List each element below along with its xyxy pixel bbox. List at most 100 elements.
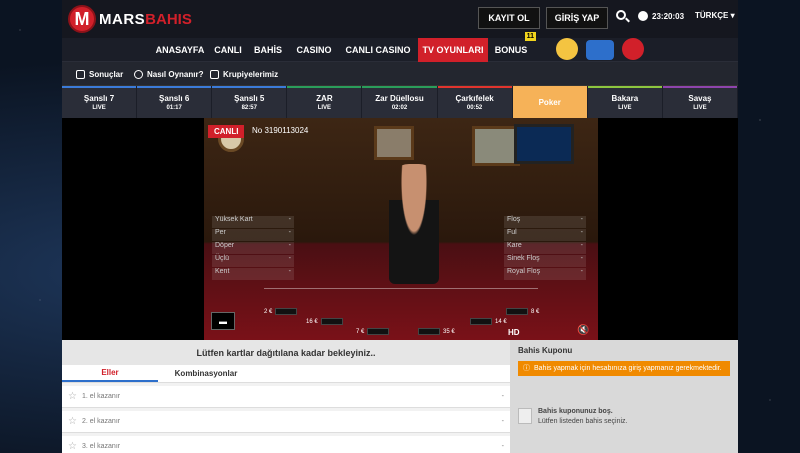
coupon-title: Bahis Kuponu <box>518 346 573 355</box>
bet-chip[interactable]: 16 € <box>306 318 343 325</box>
lucky-wheel-icon[interactable] <box>556 38 578 60</box>
chip-value: 7 € <box>356 328 365 335</box>
help-icon[interactable] <box>586 40 614 60</box>
subnav-results[interactable]: Sonuçlar <box>76 62 123 86</box>
hand-rankings-right: Floş - Ful - Kare - Sinek Floş - Royal Floş - <box>504 216 586 281</box>
nav-bonus[interactable]: BONUS 11 <box>492 32 536 62</box>
tab-sansli-7[interactable]: Şanslı 7 LIVE <box>62 86 138 118</box>
tab-status: 01:17 <box>166 104 182 111</box>
hand-name: Kare <box>507 242 522 249</box>
hand-name: Döper <box>215 242 235 249</box>
hand-name: Kent <box>215 268 230 275</box>
mars-tv-icon[interactable] <box>622 38 644 60</box>
hand-odds: - <box>580 229 583 236</box>
bet-chip[interactable]: 2 € <box>264 308 298 315</box>
bet-chip[interactable]: 35 € <box>418 328 455 335</box>
hand-odds: - <box>288 229 291 236</box>
tab-bar <box>362 86 437 88</box>
tab-eller[interactable]: Eller <box>62 365 158 382</box>
live-badge: CANLI <box>208 125 245 138</box>
tab-carkifelek[interactable]: Çarkıfelek 00:52 <box>437 86 513 118</box>
hand-row: Yüksek Kart - <box>212 216 294 228</box>
studio-tv <box>514 124 574 164</box>
tab-name: ZAR <box>316 93 333 103</box>
search-icon[interactable] <box>616 10 626 20</box>
hand-row: Üçlü - <box>212 255 294 267</box>
nav-casino[interactable]: CASINO <box>292 38 336 62</box>
bet-chip[interactable]: 8 € <box>506 308 539 315</box>
nav-bahis[interactable]: BAHİS <box>250 38 286 62</box>
clock-icon <box>638 11 648 21</box>
bet-chip[interactable]: 7 € <box>356 328 390 335</box>
empty-coupon: Bahis kuponunuz boş. Lütfen listeden bah… <box>518 408 628 425</box>
hand-odds: - <box>288 242 291 249</box>
live-video[interactable]: CANLI No 3190113024 Yüksek Kart - Per - Dö… <box>62 118 738 343</box>
empty-subtitle: Lütfen listeden bahis seçiniz. <box>538 418 628 425</box>
tab-status: LIVE <box>693 104 707 111</box>
hand-name: Royal Floş <box>507 268 541 275</box>
dealer-icon <box>210 69 219 79</box>
top-header: M MARS BAHIS KAYIT OL GİRİŞ YAP 23:20:03… <box>62 0 738 38</box>
star-icon[interactable]: ☆ <box>68 391 77 402</box>
subnav-how-label: Nasıl Oynanır? <box>147 69 204 79</box>
tab-kombinasyonlar[interactable]: Kombinasyonlar <box>158 365 254 382</box>
tab-status: LIVE <box>618 104 632 111</box>
logo-text-mars: MARS <box>99 10 146 28</box>
tab-status: 82:57 <box>241 104 257 111</box>
hand-name: Per <box>215 229 226 236</box>
subnav-how-to-play[interactable]: Nasıl Oynanır? <box>134 62 203 86</box>
chip-value: 2 € <box>264 308 273 315</box>
minimize-button[interactable]: ▬ <box>211 312 235 330</box>
tab-poker[interactable]: Poker <box>512 86 588 118</box>
nav-canli[interactable]: CANLI <box>210 38 246 62</box>
tab-status: LIVE <box>92 104 106 111</box>
tab-zar-duellosu[interactable]: Zar Düellosu 02:02 <box>362 86 438 118</box>
game-tabs: Şanslı 7 LIVE Şanslı 6 01:17 Şanslı 5 82:57… <box>62 86 738 118</box>
hand-name: Yüksek Kart <box>215 216 253 223</box>
tab-name: Şanslı 7 <box>83 93 115 103</box>
logo[interactable]: M MARS BAHIS <box>68 5 192 33</box>
tab-status: 02:02 <box>391 104 408 111</box>
chip-slot <box>320 318 343 325</box>
tab-bakara[interactable]: Bakara LIVE <box>587 86 663 118</box>
language-select[interactable]: TÜRKÇE ▾ <box>695 11 735 20</box>
tab-bar <box>137 86 212 88</box>
hand-row: Ful - <box>504 229 586 241</box>
language-label: TÜRKÇE <box>695 11 729 20</box>
coupon-icon <box>518 408 532 424</box>
register-button[interactable]: KAYIT OL <box>478 7 540 29</box>
mute-icon[interactable]: 🔇 <box>577 325 589 336</box>
hand-name: Sinek Floş <box>507 255 540 262</box>
star-icon[interactable]: ☆ <box>68 441 77 452</box>
round-number: No 3190113024 <box>252 126 309 135</box>
bet-row[interactable]: ☆ 2. el kazanır - <box>62 411 510 433</box>
bet-row-label: 1. el kazanır <box>81 393 121 400</box>
bet-chip[interactable]: 14 € <box>470 318 507 325</box>
hand-row: Kent - <box>212 268 294 280</box>
hand-row: Kare - <box>504 242 586 254</box>
bet-row[interactable]: ☆ 3. el kazanır - <box>62 436 510 453</box>
nav-canli-casino[interactable]: CANLI CASINO <box>342 38 414 62</box>
tab-savas[interactable]: Savaş LIVE <box>662 86 738 118</box>
bet-row[interactable]: ☆ 1. el kazanır - <box>62 386 510 408</box>
warning-icon: ⓘ <box>523 365 530 372</box>
subnav-dealers[interactable]: Krupiyelerimiz <box>210 62 278 86</box>
tab-bar <box>62 86 137 88</box>
chip-slot <box>367 328 390 335</box>
chip-slot <box>418 328 440 335</box>
bet-row-odds: - <box>501 443 504 450</box>
star-icon[interactable]: ☆ <box>68 416 77 427</box>
hd-toggle[interactable]: HD <box>508 328 520 337</box>
login-button[interactable]: GİRİŞ YAP <box>546 7 608 29</box>
clock: 23:20:03 <box>638 11 684 21</box>
hand-row: Floş - <box>504 216 586 228</box>
site-container: M MARS BAHIS KAYIT OL GİRİŞ YAP 23:20:03… <box>62 0 738 453</box>
chip-value: 35 € <box>443 328 455 335</box>
nav-anasayfa[interactable]: ANASAYFA <box>154 38 206 62</box>
tab-zar[interactable]: ZAR LIVE <box>287 86 363 118</box>
nav-tv-oyunlari[interactable]: TV OYUNLARI <box>418 38 488 62</box>
tab-sansli-6[interactable]: Şanslı 6 01:17 <box>137 86 213 118</box>
tab-sansli-5[interactable]: Şanslı 5 82:57 <box>212 86 288 118</box>
bet-area: Lütfen kartlar dağıtılana kadar bekleyin… <box>62 340 510 453</box>
tab-name: Şanslı 6 <box>159 93 190 103</box>
